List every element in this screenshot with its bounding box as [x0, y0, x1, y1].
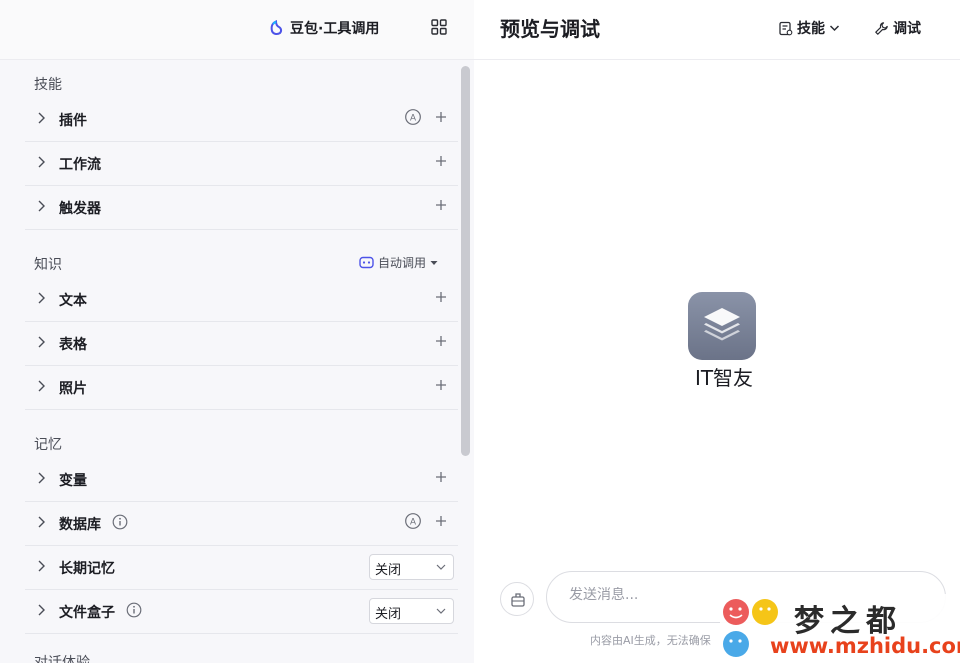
- auto-mode-icon[interactable]: A: [404, 108, 422, 126]
- memory-row-file-box[interactable]: 文件盒子 关闭: [25, 590, 458, 634]
- section-title-skills: 技能: [34, 77, 62, 93]
- row-label: 长期记忆: [59, 561, 115, 577]
- chevron-down-icon: [829, 25, 840, 32]
- add-icon[interactable]: [434, 514, 448, 528]
- chevron-right-icon: [38, 604, 45, 616]
- bot-avatar: [688, 292, 756, 360]
- add-icon[interactable]: [434, 378, 448, 392]
- layout-grid-icon[interactable]: [430, 18, 448, 36]
- section-title-knowledge: 知识: [34, 257, 62, 273]
- add-icon[interactable]: [434, 198, 448, 212]
- row-label: 数据库: [59, 517, 101, 533]
- chevron-right-icon: [38, 336, 45, 348]
- knowledge-row-text[interactable]: 文本: [25, 278, 458, 322]
- config-panel: 豆包·工具调用 技能 插件 A 工作流 触发器 知识 自动调用 文本 表格 照片…: [0, 0, 474, 663]
- row-label: 文件盒子: [59, 605, 115, 621]
- chevron-down-icon: [436, 564, 446, 570]
- ai-disclaimer: 内容由AI生成，无法确保: [590, 634, 711, 647]
- auto-mode-icon[interactable]: A: [404, 512, 422, 530]
- memory-row-database[interactable]: 数据库 A: [25, 502, 458, 546]
- chevron-down-icon: [436, 608, 446, 614]
- debug-button[interactable]: 调试: [874, 18, 921, 38]
- svg-text:A: A: [410, 517, 416, 527]
- row-label: 表格: [59, 337, 87, 353]
- auto-call-dropdown[interactable]: 自动调用: [359, 254, 438, 271]
- knowledge-row-table[interactable]: 表格: [25, 322, 458, 366]
- long-term-memory-select[interactable]: 关闭: [369, 554, 454, 580]
- skills-button-label: 技能: [797, 21, 825, 37]
- chevron-right-icon: [38, 380, 45, 392]
- watermark-url: www.mzhidu.com: [770, 634, 960, 658]
- info-icon[interactable]: [126, 602, 142, 618]
- add-icon[interactable]: [434, 154, 448, 168]
- row-label: 触发器: [59, 201, 101, 217]
- caret-down-icon: [430, 260, 438, 265]
- row-label: 文本: [59, 293, 87, 309]
- select-value: 关闭: [375, 607, 402, 622]
- add-icon[interactable]: [434, 334, 448, 348]
- skills-dropdown-button[interactable]: 技能: [778, 18, 840, 38]
- config-scrollbar[interactable]: [461, 66, 470, 456]
- skill-row-workflow[interactable]: 工作流: [25, 142, 458, 186]
- info-icon[interactable]: [112, 514, 128, 530]
- row-label: 照片: [59, 381, 87, 397]
- debug-button-label: 调试: [893, 21, 921, 37]
- model-label: 豆包·工具调用: [290, 21, 380, 37]
- file-box-select[interactable]: 关闭: [369, 598, 454, 624]
- chevron-right-icon: [38, 560, 45, 572]
- knowledge-row-photo[interactable]: 照片: [25, 366, 458, 410]
- svg-text:A: A: [410, 113, 416, 123]
- chevron-right-icon: [38, 112, 45, 124]
- chevron-right-icon: [38, 156, 45, 168]
- bot-name: IT智友: [694, 366, 754, 390]
- chevron-right-icon: [38, 472, 45, 484]
- model-selector-button[interactable]: 豆包·工具调用: [268, 16, 379, 40]
- broom-icon: [511, 593, 525, 607]
- section-title-memory: 记忆: [34, 437, 62, 453]
- chevron-right-icon: [38, 516, 45, 528]
- skill-row-trigger[interactable]: 触发器: [25, 186, 458, 230]
- skill-row-plugin[interactable]: 插件 A: [25, 98, 458, 142]
- preview-panel: 预览与调试 技能 调试 IT智友 内容由AI生成，无法确保: [474, 0, 960, 663]
- chevron-right-icon: [38, 292, 45, 304]
- watermark: 梦之都 www.mzhidu.com: [720, 594, 960, 663]
- chevron-right-icon: [38, 200, 45, 212]
- page-title: 预览与调试: [500, 17, 600, 41]
- wrench-icon: [875, 21, 888, 35]
- add-icon[interactable]: [434, 110, 448, 124]
- row-label: 变量: [59, 473, 87, 489]
- memory-row-long-term[interactable]: 长期记忆 关闭: [25, 546, 458, 590]
- row-label: 工作流: [59, 157, 101, 173]
- memory-row-variable[interactable]: 变量: [25, 458, 458, 502]
- preview-header: 预览与调试 技能 调试: [474, 0, 960, 60]
- layers-icon: [704, 308, 740, 341]
- auto-call-label: 自动调用: [377, 256, 426, 270]
- section-title-dialog: 对话体验: [34, 655, 90, 663]
- select-value: 关闭: [375, 563, 402, 578]
- doubao-logo-icon: [270, 20, 283, 36]
- add-icon[interactable]: [434, 290, 448, 304]
- config-toolbar: 豆包·工具调用: [0, 0, 474, 60]
- clear-context-button[interactable]: [500, 582, 534, 616]
- document-icon: [779, 21, 793, 35]
- add-icon[interactable]: [434, 470, 448, 484]
- row-label: 插件: [59, 113, 87, 129]
- robot-icon: [359, 256, 374, 269]
